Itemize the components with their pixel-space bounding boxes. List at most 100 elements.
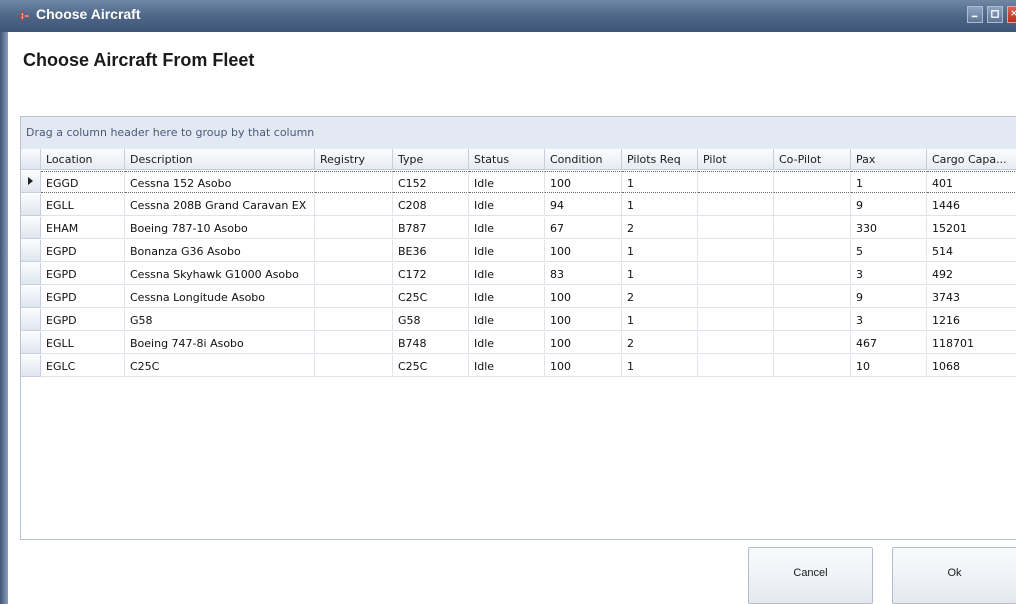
cell-pilots-req[interactable]: 2 bbox=[622, 286, 698, 308]
cell-pilot[interactable] bbox=[698, 217, 774, 239]
cell-location[interactable]: EGPD bbox=[41, 309, 125, 331]
cell-registry[interactable] bbox=[315, 286, 393, 308]
cell-description[interactable]: Bonanza G36 Asobo bbox=[125, 240, 315, 262]
cell-co-pilot[interactable] bbox=[774, 309, 851, 331]
cell-condition[interactable]: 100 bbox=[545, 355, 622, 377]
cell-pilots-req[interactable]: 2 bbox=[622, 332, 698, 354]
cell-co-pilot[interactable] bbox=[774, 217, 851, 239]
cell-status[interactable]: Idle bbox=[469, 240, 545, 262]
cell-registry[interactable] bbox=[315, 332, 393, 354]
cell-type[interactable]: C152 bbox=[393, 171, 469, 193]
cancel-button[interactable]: Cancel bbox=[748, 547, 873, 604]
cell-registry[interactable] bbox=[315, 309, 393, 331]
column-header-pilots-req[interactable]: Pilots Req bbox=[622, 149, 698, 170]
cell-registry[interactable] bbox=[315, 171, 393, 193]
cell-status[interactable]: Idle bbox=[469, 286, 545, 308]
cell-pax[interactable]: 330 bbox=[851, 217, 927, 239]
column-header-condition[interactable]: Condition bbox=[545, 149, 622, 170]
cell-pax[interactable]: 467 bbox=[851, 332, 927, 354]
cell-cargo-capacity[interactable]: 492 bbox=[927, 263, 1016, 285]
cell-pilots-req[interactable]: 1 bbox=[622, 171, 698, 193]
table-row[interactable]: EGGD Cessna 152 Asobo C152 Idle 100 1 1 401 bbox=[21, 171, 1016, 193]
aircraft-grid[interactable]: Drag a column header here to group by th… bbox=[20, 116, 1016, 540]
cell-condition[interactable]: 100 bbox=[545, 286, 622, 308]
cell-pax[interactable]: 3 bbox=[851, 309, 927, 331]
cell-co-pilot[interactable] bbox=[774, 263, 851, 285]
cell-pax[interactable]: 1 bbox=[851, 171, 927, 193]
cell-status[interactable]: Idle bbox=[469, 194, 545, 216]
cell-pilots-req[interactable]: 1 bbox=[622, 355, 698, 377]
cell-pilot[interactable] bbox=[698, 194, 774, 216]
cell-status[interactable]: Idle bbox=[469, 355, 545, 377]
table-row[interactable]: EGPD G58 G58 Idle 100 1 3 1216 bbox=[21, 309, 1016, 331]
column-header-cargo-capacity[interactable]: Cargo Capa... bbox=[927, 149, 1016, 170]
column-header-pilot[interactable]: Pilot bbox=[698, 149, 774, 170]
cell-cargo-capacity[interactable]: 1068 bbox=[927, 355, 1016, 377]
cell-location[interactable]: EGLL bbox=[41, 332, 125, 354]
cell-co-pilot[interactable] bbox=[774, 194, 851, 216]
cell-condition[interactable]: 67 bbox=[545, 217, 622, 239]
cell-condition[interactable]: 83 bbox=[545, 263, 622, 285]
cell-pilot[interactable] bbox=[698, 286, 774, 308]
cell-cargo-capacity[interactable]: 3743 bbox=[927, 286, 1016, 308]
cell-location[interactable]: EGPD bbox=[41, 286, 125, 308]
cell-location[interactable]: EGGD bbox=[41, 171, 125, 193]
cell-pax[interactable]: 5 bbox=[851, 240, 927, 262]
cell-pilot[interactable] bbox=[698, 171, 774, 193]
cell-registry[interactable] bbox=[315, 263, 393, 285]
cell-status[interactable]: Idle bbox=[469, 309, 545, 331]
cell-location[interactable]: EGLL bbox=[41, 194, 125, 216]
column-header-location[interactable]: Location bbox=[41, 149, 125, 170]
cell-pax[interactable]: 9 bbox=[851, 286, 927, 308]
cell-pilot[interactable] bbox=[698, 263, 774, 285]
cell-description[interactable]: Cessna Longitude Asobo bbox=[125, 286, 315, 308]
cell-registry[interactable] bbox=[315, 217, 393, 239]
cell-co-pilot[interactable] bbox=[774, 286, 851, 308]
cell-pilots-req[interactable]: 1 bbox=[622, 240, 698, 262]
cell-cargo-capacity[interactable]: 1216 bbox=[927, 309, 1016, 331]
cell-pax[interactable]: 10 bbox=[851, 355, 927, 377]
cell-condition[interactable]: 100 bbox=[545, 240, 622, 262]
cell-type[interactable]: B748 bbox=[393, 332, 469, 354]
cell-description[interactable]: Boeing 787-10 Asobo bbox=[125, 217, 315, 239]
cell-type[interactable]: BE36 bbox=[393, 240, 469, 262]
cell-location[interactable]: EGPD bbox=[41, 240, 125, 262]
column-header-registry[interactable]: Registry bbox=[315, 149, 393, 170]
column-header-status[interactable]: Status bbox=[469, 149, 545, 170]
cell-location[interactable]: EHAM bbox=[41, 217, 125, 239]
column-header-type[interactable]: Type bbox=[393, 149, 469, 170]
cell-pax[interactable]: 9 bbox=[851, 194, 927, 216]
cell-pilots-req[interactable]: 1 bbox=[622, 309, 698, 331]
table-row[interactable]: EGLL Cessna 208B Grand Caravan EX C208 Idle… bbox=[21, 194, 1016, 216]
cell-pilots-req[interactable]: 1 bbox=[622, 194, 698, 216]
cell-cargo-capacity[interactable]: 1446 bbox=[927, 194, 1016, 216]
minimize-button[interactable] bbox=[967, 6, 983, 23]
cell-description[interactable]: Cessna Skyhawk G1000 Asobo bbox=[125, 263, 315, 285]
cell-cargo-capacity[interactable]: 401 bbox=[927, 171, 1016, 193]
table-row[interactable]: EGPD Cessna Skyhawk G1000 Asobo C172 Idle 83… bbox=[21, 263, 1016, 285]
cell-pilots-req[interactable]: 2 bbox=[622, 217, 698, 239]
cell-co-pilot[interactable] bbox=[774, 355, 851, 377]
group-by-panel[interactable]: Drag a column header here to group by th… bbox=[21, 117, 1016, 149]
cell-status[interactable]: Idle bbox=[469, 217, 545, 239]
cell-pilots-req[interactable]: 1 bbox=[622, 263, 698, 285]
cell-status[interactable]: Idle bbox=[469, 263, 545, 285]
cell-type[interactable]: C208 bbox=[393, 194, 469, 216]
cell-description[interactable]: G58 bbox=[125, 309, 315, 331]
cell-co-pilot[interactable] bbox=[774, 332, 851, 354]
column-header-description[interactable]: Description bbox=[125, 149, 315, 170]
cell-location[interactable]: EGLC bbox=[41, 355, 125, 377]
cell-condition[interactable]: 100 bbox=[545, 309, 622, 331]
cell-pilot[interactable] bbox=[698, 240, 774, 262]
cell-status[interactable]: Idle bbox=[469, 332, 545, 354]
title-bar[interactable]: Choose Aircraft bbox=[0, 0, 1016, 32]
cell-co-pilot[interactable] bbox=[774, 240, 851, 262]
cell-registry[interactable] bbox=[315, 355, 393, 377]
ok-button[interactable]: Ok bbox=[892, 547, 1016, 604]
cell-description[interactable]: C25C bbox=[125, 355, 315, 377]
cell-pilot[interactable] bbox=[698, 309, 774, 331]
cell-condition[interactable]: 100 bbox=[545, 332, 622, 354]
cell-condition[interactable]: 94 bbox=[545, 194, 622, 216]
cell-description[interactable]: Boeing 747-8i Asobo bbox=[125, 332, 315, 354]
cell-type[interactable]: B787 bbox=[393, 217, 469, 239]
